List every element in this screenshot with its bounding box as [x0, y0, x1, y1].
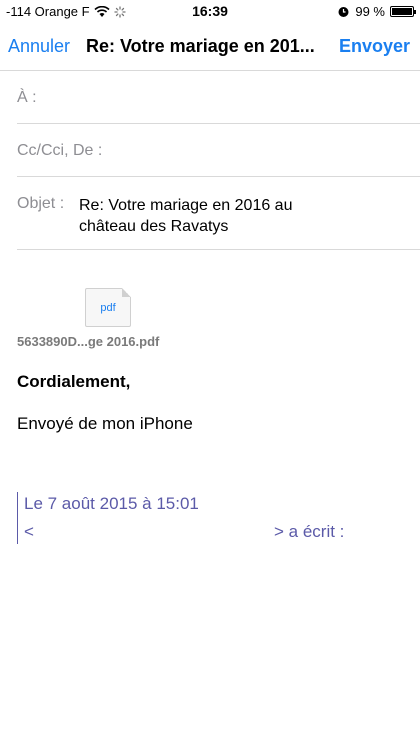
compose-nav-bar: Annuler Re: Votre mariage en 201... Envo…: [0, 26, 420, 71]
subject-field[interactable]: Objet : Re: Votre mariage en 2016 au châ…: [17, 178, 420, 250]
pdf-file-icon[interactable]: pdf: [85, 288, 131, 327]
pdf-attachment[interactable]: pdf 5633890D...ge 2016.pdf: [17, 288, 217, 352]
quote-wrote: > a écrit :: [274, 522, 345, 541]
to-field[interactable]: À :: [17, 72, 420, 124]
quote-date: Le 7 août 2015 à 15:01: [24, 494, 199, 513]
to-label: À :: [17, 89, 37, 106]
subject-label: Objet :: [17, 195, 65, 212]
status-bar: -114 Orange F 16:39 99 %: [0, 0, 420, 24]
status-right: 99 %: [337, 4, 416, 19]
send-button[interactable]: Envoyer: [339, 36, 410, 57]
body-closing[interactable]: Cordialement,: [17, 372, 130, 392]
cc-bcc-from-label: Cc/Cci, De :: [17, 142, 103, 159]
cc-bcc-from-field[interactable]: Cc/Cci, De :: [17, 125, 420, 177]
quote-sender-open: <: [24, 522, 34, 541]
attachment-filename: 5633890D...ge 2016.pdf: [17, 334, 160, 349]
pdf-icon-label: pdf: [100, 302, 116, 314]
alarm-clock-icon: [338, 7, 349, 17]
cancel-button[interactable]: Annuler: [8, 36, 70, 57]
compose-title: Re: Votre mariage en 201...: [86, 36, 315, 56]
subject-value[interactable]: Re: Votre mariage en 2016 au château des…: [79, 195, 329, 237]
battery-percent: 99 %: [355, 4, 385, 19]
quoted-message[interactable]: Le 7 août 2015 à 15:01 < > a écrit :: [17, 492, 398, 544]
body-signature[interactable]: Envoyé de mon iPhone: [17, 414, 193, 434]
battery-level: [392, 8, 412, 15]
battery-icon: [390, 6, 416, 17]
